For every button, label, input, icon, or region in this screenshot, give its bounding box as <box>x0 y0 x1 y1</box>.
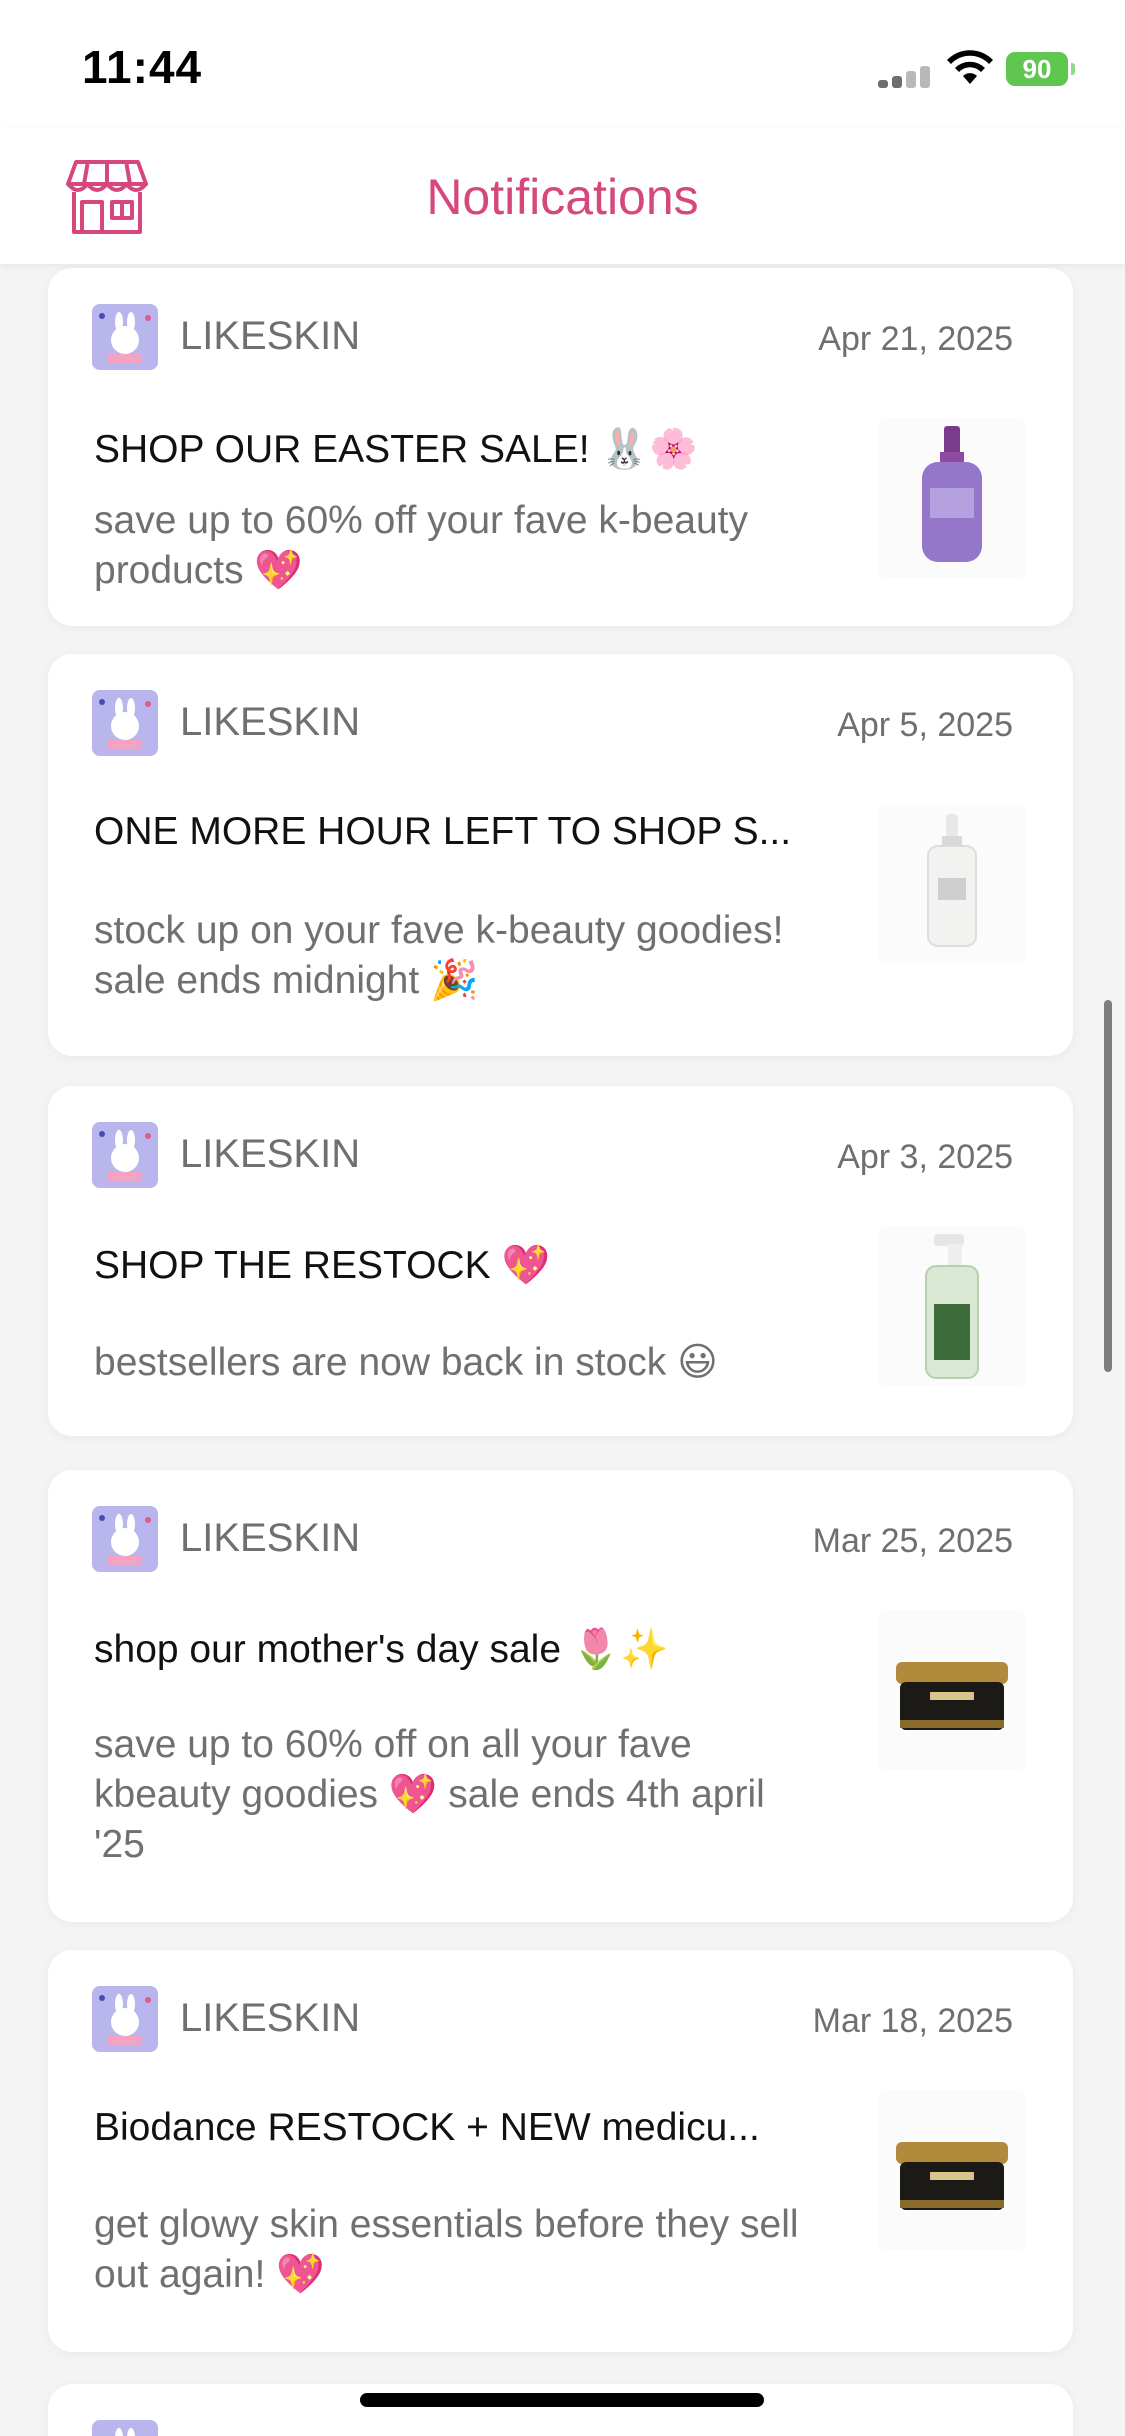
notification-body: save up to 60% off on all your fave kbea… <box>94 1723 765 1866</box>
product-thumbnail <box>878 1226 1026 1386</box>
notification-list[interactable]: LIKESKIN Apr 21, 2025 SHOP OUR EASTER SA… <box>0 264 1125 2436</box>
sender-avatar <box>92 690 158 756</box>
product-thumbnail <box>878 418 1026 578</box>
notification-title: ONE MORE HOUR LEFT TO SHOP S... <box>94 810 792 853</box>
sender-avatar <box>92 1122 158 1188</box>
sender-avatar <box>92 1506 158 1572</box>
sender-name: LIKESKIN <box>180 700 361 744</box>
notification-body: get glowy skin essentials before they se… <box>94 2203 799 2296</box>
notification-card[interactable]: LIKESKIN Mar 25, 2025 shop our mother's … <box>48 1470 1073 1922</box>
notification-title: shop our mother's day sale 🌷✨ <box>94 1628 669 1671</box>
notification-card[interactable]: LIKESKIN Apr 3, 2025 SHOP THE RESTOCK 💖 … <box>48 1086 1073 1436</box>
sender-name: LIKESKIN <box>180 314 361 358</box>
status-time: 11:44 <box>82 41 203 93</box>
sender-avatar <box>92 304 158 370</box>
notification-card[interactable]: LIKESKIN Apr 21, 2025 SHOP OUR EASTER SA… <box>48 268 1073 626</box>
product-thumbnail <box>878 804 1026 964</box>
sender-avatar <box>92 2420 158 2436</box>
notification-date: Apr 3, 2025 <box>837 1138 1013 1176</box>
scrollbar[interactable] <box>1104 1000 1112 1372</box>
sender-name: LIKESKIN <box>180 1996 361 2040</box>
sender-name: LIKESKIN <box>180 1132 361 1176</box>
notification-date: Apr 21, 2025 <box>818 320 1013 358</box>
notification-body: stock up on your fave k-beauty goodies! … <box>94 909 784 1002</box>
notification-date: Mar 18, 2025 <box>812 2002 1013 2040</box>
notification-title: SHOP OUR EASTER SALE! 🐰🌸 <box>94 428 698 471</box>
notification-card[interactable]: LIKESKIN Mar 18, 2025 Biodance RESTOCK +… <box>48 1950 1073 2352</box>
notification-card[interactable] <box>48 2384 1073 2436</box>
notification-body: bestsellers are now back in stock 😃 <box>94 1341 718 1384</box>
product-thumbnail <box>878 1610 1026 1770</box>
product-thumbnail <box>878 2090 1026 2250</box>
notification-title: Biodance RESTOCK + NEW medicu... <box>94 2106 760 2149</box>
notification-card[interactable]: LIKESKIN Apr 5, 2025 ONE MORE HOUR LEFT … <box>48 654 1073 1056</box>
notification-date: Apr 5, 2025 <box>837 706 1013 744</box>
home-indicator[interactable] <box>360 2393 764 2407</box>
page-title: Notifications <box>426 169 699 225</box>
status-bar: 11:44 90 <box>0 0 1125 128</box>
battery-level: 90 <box>1022 54 1052 84</box>
notification-title: SHOP THE RESTOCK 💖 <box>94 1244 551 1287</box>
nav-header: Notifications <box>0 128 1125 264</box>
wifi-icon <box>947 50 993 84</box>
notification-body: save up to 60% off your fave k-beauty pr… <box>94 499 749 592</box>
notification-date: Mar 25, 2025 <box>812 1522 1013 1560</box>
cellular-signal-icon <box>878 66 932 88</box>
battery-icon: 90 <box>1006 52 1075 86</box>
sender-avatar <box>92 1986 158 2052</box>
sender-name: LIKESKIN <box>180 1516 361 1560</box>
notifications-screen: 11:44 90 Notifications LIKESKIN Apr 21, … <box>0 0 1125 2436</box>
